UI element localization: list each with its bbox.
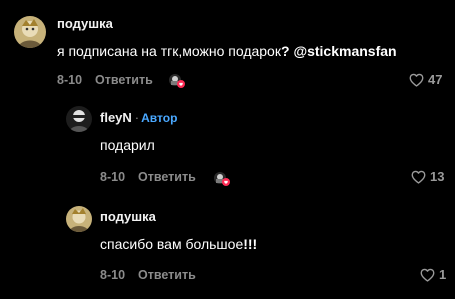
like-count: 47 xyxy=(428,72,443,87)
comment-text: подарил xyxy=(100,137,155,153)
comment-date: 8-10 xyxy=(57,73,83,87)
like-count: 1 xyxy=(439,267,447,282)
like-button[interactable]: 47 xyxy=(409,72,442,87)
comment-author-name[interactable]: подушка xyxy=(57,16,113,31)
like-button[interactable]: 1 xyxy=(420,267,446,282)
reply-button[interactable]: Ответить xyxy=(95,73,153,87)
comment-author-name[interactable]: подушка xyxy=(100,209,156,224)
comment-text: спасибо вам большое!!! xyxy=(100,236,257,252)
avatar[interactable] xyxy=(66,106,92,132)
avatar[interactable] xyxy=(66,206,92,232)
author-badge: Автор xyxy=(141,111,178,125)
creator-liked-avatar-badge-icon xyxy=(168,73,185,88)
like-count: 13 xyxy=(430,169,445,184)
comment-date: 8-10 xyxy=(100,268,126,282)
comment-thread: подушка я подписана на тгк,можно подарок… xyxy=(0,0,455,299)
reply-button[interactable]: Ответить xyxy=(138,170,196,184)
comment-date: 8-10 xyxy=(100,170,126,184)
like-button[interactable]: 13 xyxy=(411,169,444,184)
comment-text: я подписана на тгк,можно подарок? @stick… xyxy=(57,43,397,59)
comment-question-mark: ? xyxy=(280,43,290,59)
mention-link[interactable]: @stickmansfan xyxy=(293,43,396,59)
reply-button[interactable]: Ответить xyxy=(138,268,196,282)
comment-author-name: fleyN · Автор xyxy=(100,110,177,125)
heart-outline-icon xyxy=(409,73,424,87)
heart-outline-icon xyxy=(411,170,426,184)
creator-liked-avatar-badge-icon xyxy=(213,171,230,186)
author-username[interactable]: fleyN xyxy=(100,110,132,125)
author-separator: · xyxy=(134,110,140,125)
heart-outline-icon xyxy=(420,268,435,282)
avatar[interactable] xyxy=(14,16,46,48)
comment-body: я подписана на тгк,можно подарок xyxy=(57,43,281,59)
comment-emphasis: !!! xyxy=(243,236,258,252)
comment-body: спасибо вам большое xyxy=(100,236,244,252)
